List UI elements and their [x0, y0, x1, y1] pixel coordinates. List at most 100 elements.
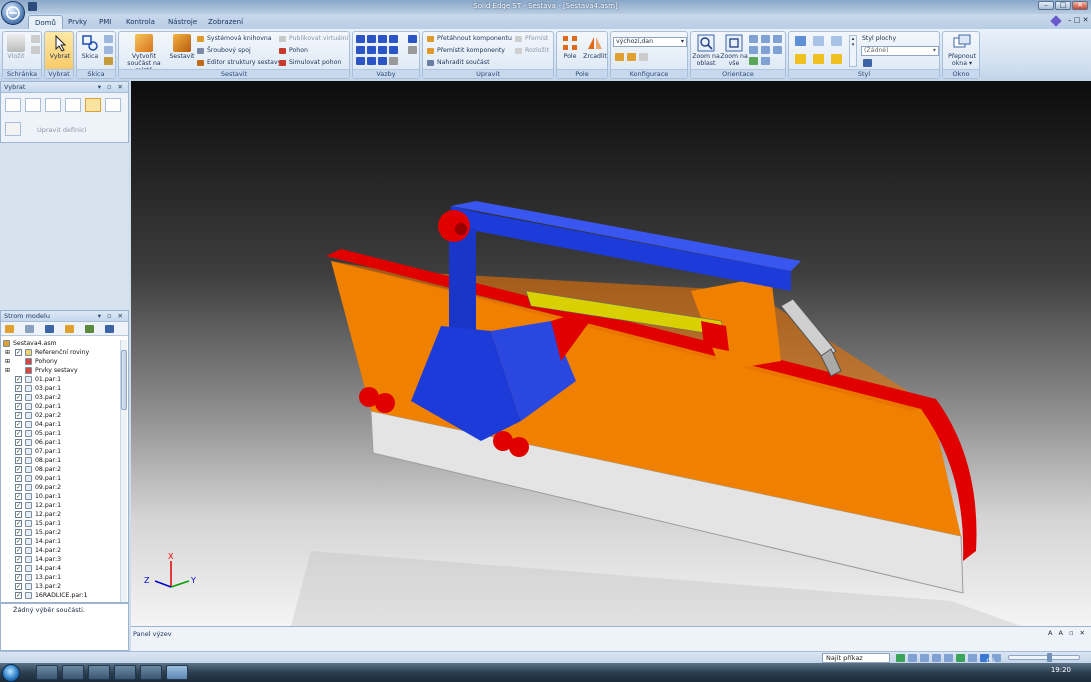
view-tool-5-icon[interactable] — [944, 654, 953, 662]
move-components-button[interactable]: Přemístit komponenty — [427, 47, 505, 55]
tree-tool-4-icon[interactable] — [65, 325, 74, 333]
command-finder-input[interactable]: Najít příkaz — [822, 653, 890, 663]
bolted-connection-button[interactable]: Šroubový spoj — [197, 47, 251, 55]
view-tool-2-icon[interactable] — [908, 654, 917, 662]
axial-align-icon[interactable] — [378, 35, 387, 43]
visibility-checkbox[interactable]: ✓ — [15, 547, 22, 554]
view-tool-6-icon[interactable] — [956, 654, 965, 662]
edit-definition-label[interactable]: Upravit definici — [37, 126, 86, 134]
config-delete-icon[interactable] — [639, 53, 648, 61]
select-filter-5-icon[interactable] — [85, 98, 101, 112]
visibility-checkbox[interactable]: ✓ — [15, 493, 22, 500]
mate-icon[interactable] — [356, 35, 365, 43]
view-tool-1-icon[interactable] — [896, 654, 905, 662]
visibility-checkbox[interactable]: ✓ — [15, 430, 22, 437]
zoom-slider[interactable] — [1008, 653, 1080, 662]
connect-icon[interactable] — [356, 46, 365, 54]
visibility-checkbox[interactable]: ✓ — [15, 583, 22, 590]
style-1-icon[interactable] — [795, 54, 806, 64]
view-tool-4-icon[interactable] — [932, 654, 941, 662]
visibility-checkbox[interactable]: ✓ — [15, 385, 22, 392]
clock[interactable]: 19:20 — [1051, 666, 1071, 674]
zoom-slider-thumb[interactable] — [1047, 653, 1052, 662]
sketch-tool-1-icon[interactable] — [104, 35, 113, 43]
expand-icon[interactable]: ⊞ — [5, 357, 10, 366]
select-filter-2-icon[interactable] — [25, 98, 41, 112]
face-style-combo[interactable]: (Žádné) ▾ — [861, 46, 939, 56]
create-part-in-place-button[interactable]: Vytvořit součást na místě — [120, 34, 168, 74]
taskbar-app-1-icon[interactable] — [36, 665, 58, 680]
visibility-checkbox[interactable]: ✓ — [15, 556, 22, 563]
tree-scroll-thumb[interactable] — [121, 350, 127, 410]
relation-options-icon[interactable] — [408, 35, 417, 43]
cut-icon[interactable] — [31, 35, 40, 43]
gear-relation-icon[interactable] — [356, 57, 365, 65]
view-1-icon[interactable] — [749, 46, 758, 54]
visibility-checkbox[interactable]: ✓ — [15, 421, 22, 428]
tab-kontrola[interactable]: Kontrola — [120, 15, 161, 29]
tab-nastroje[interactable]: Nástroje — [162, 15, 203, 29]
visibility-checkbox[interactable]: ✓ — [15, 565, 22, 572]
tab-domu[interactable]: Domů — [28, 15, 63, 29]
drive-button[interactable]: Pohon — [279, 47, 308, 55]
view-tool-7-icon[interactable] — [968, 654, 977, 662]
language-indicator[interactable]: CS — [986, 657, 995, 665]
expand-icon[interactable]: ⊞ — [5, 366, 10, 375]
panel-controls[interactable]: ▾ ▫ ✕ — [98, 311, 125, 322]
sketch-tool-3-icon[interactable] — [104, 57, 113, 65]
parallel-icon[interactable] — [378, 57, 387, 65]
structure-editor-button[interactable]: Editor struktury sestavy — [197, 59, 281, 67]
style-scroll[interactable]: ▴ ▾ — [849, 35, 857, 67]
tab-zobrazeni[interactable]: Zobrazení — [202, 15, 249, 29]
sketch-tool-2-icon[interactable] — [104, 46, 113, 54]
transfer-button[interactable]: Přemíst — [515, 35, 548, 43]
tree-tool-3-icon[interactable] — [45, 325, 54, 333]
application-menu-button[interactable] — [1, 1, 25, 25]
zoom-all-button[interactable]: Zoom na vše — [720, 34, 748, 67]
visibility-checkbox[interactable]: ✓ — [15, 403, 22, 410]
tree-tool-2-icon[interactable] — [25, 325, 34, 333]
paint-icon[interactable] — [863, 59, 872, 67]
simulate-drive-button[interactable]: Simulovat pohon — [279, 59, 341, 67]
visibility-checkbox[interactable]: ✓ — [15, 394, 22, 401]
disperse-button[interactable]: Rozložit — [515, 47, 549, 55]
minimize-button[interactable]: – — [1038, 1, 1054, 10]
angle-icon[interactable] — [367, 46, 376, 54]
visibility-checkbox[interactable]: ✓ — [15, 412, 22, 419]
ground-icon[interactable] — [367, 57, 376, 65]
taskbar-solidedge-icon[interactable] — [166, 665, 188, 680]
taskbar-browser-icon[interactable] — [62, 665, 84, 680]
expand-icon[interactable]: ⊞ — [5, 348, 10, 357]
publish-virtual-button[interactable]: Publikovat virtuální — [279, 35, 348, 43]
visibility-checkbox[interactable]: ✓ — [15, 448, 22, 455]
view-2-icon[interactable] — [761, 46, 770, 54]
sketch-button[interactable]: Skica — [79, 34, 101, 60]
visibility-checkbox[interactable]: ✓ — [15, 457, 22, 464]
tree-tool-6-icon[interactable] — [105, 325, 114, 333]
planar-align-icon[interactable] — [367, 35, 376, 43]
maximize-button[interactable]: □ — [1055, 1, 1071, 10]
visibility-checkbox[interactable]: ✓ — [15, 520, 22, 527]
wireframe-icon[interactable] — [831, 36, 842, 46]
doc-controls[interactable]: – □ ✕ — [1068, 16, 1088, 24]
paste-button[interactable]: Vložit — [6, 34, 26, 60]
zoom-area-button[interactable]: Zoom na oblast — [692, 34, 720, 67]
visibility-checkbox[interactable]: ✓ — [15, 592, 22, 599]
style-3-icon[interactable] — [831, 54, 842, 64]
visibility-checkbox[interactable]: ✓ — [15, 484, 22, 491]
drag-component-button[interactable]: Přetáhnout komponentu — [427, 35, 512, 43]
assemble-button[interactable]: Sestavit — [169, 34, 195, 60]
close-button[interactable]: ✕ — [1072, 1, 1088, 10]
cam-icon[interactable] — [389, 46, 398, 54]
copy-icon[interactable] — [31, 46, 40, 54]
tangent-icon[interactable] — [378, 46, 387, 54]
help-gem-icon[interactable] — [1050, 15, 1062, 27]
view-tool-3-icon[interactable] — [920, 654, 929, 662]
visibility-checkbox[interactable]: ✓ — [15, 538, 22, 545]
tree-tool-5-icon[interactable] — [85, 325, 94, 333]
mirror-button[interactable]: Zrcadlit — [582, 34, 608, 60]
zoom-icon[interactable] — [749, 35, 758, 43]
pattern-button[interactable]: Pole — [559, 34, 581, 60]
visibility-checkbox[interactable]: ✓ — [15, 376, 22, 383]
taskbar-firefox-icon[interactable] — [140, 665, 162, 680]
